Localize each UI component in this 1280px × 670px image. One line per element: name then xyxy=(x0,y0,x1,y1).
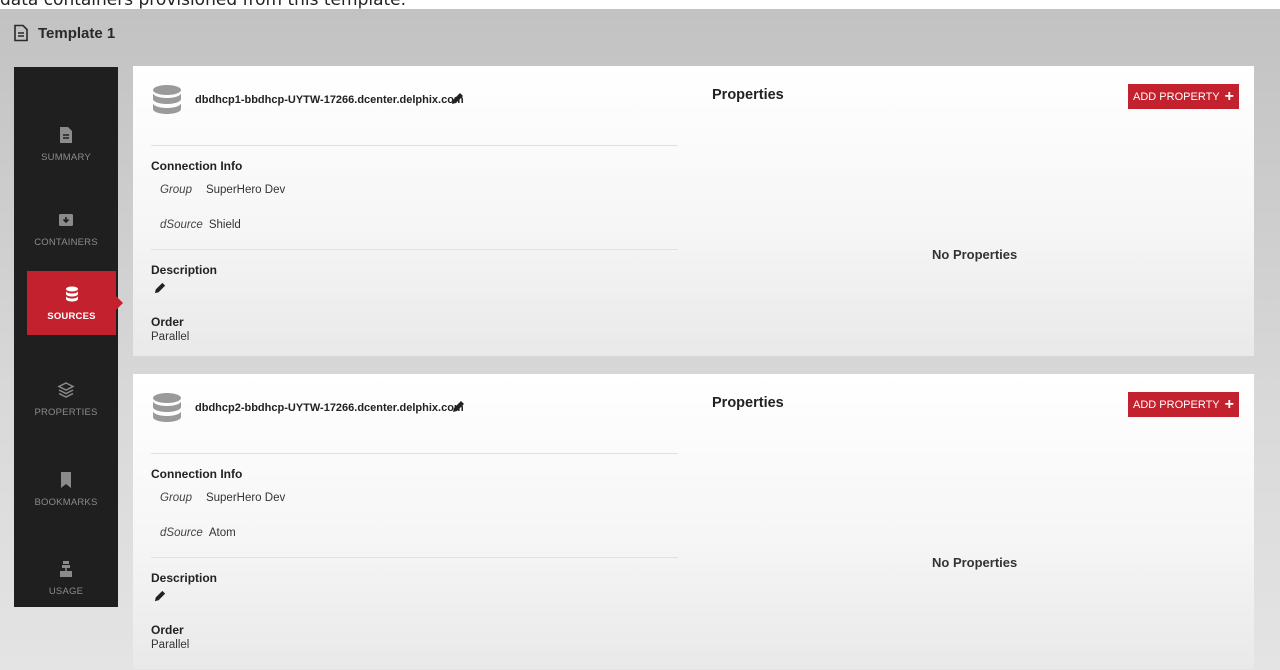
sidebar-item-label: USAGE xyxy=(48,585,84,597)
usage-icon xyxy=(60,560,72,577)
sidebar-item-label: SOURCES xyxy=(47,310,96,322)
source-host-name: dbdhcp1-bbdhcp-UYTW-17266.dcenter.delphi… xyxy=(195,94,464,106)
dsource-key: dSource xyxy=(160,219,203,231)
sidebar-item-summary[interactable]: SUMMARY xyxy=(14,109,118,179)
container-icon xyxy=(59,213,73,226)
bookmark-icon xyxy=(61,471,71,488)
app-window: Template 1 SUMMARY CONTAINERS SOURCES PR… xyxy=(0,9,1280,670)
group-value: SuperHero Dev xyxy=(205,184,286,196)
connection-info-label: Connection Info xyxy=(151,467,243,481)
add-property-button[interactable]: ADD PROPERTY + xyxy=(1128,392,1239,417)
group-key: Group xyxy=(160,492,192,504)
sidebar-item-label: SUMMARY xyxy=(41,151,91,163)
add-property-label: ADD PROPERTY xyxy=(1133,90,1220,103)
dsource-row: dSource Shield xyxy=(160,219,241,231)
description-label: Description xyxy=(151,263,218,277)
divider xyxy=(151,453,678,454)
connection-info-label: Connection Info xyxy=(151,159,243,173)
plus-icon: + xyxy=(1224,395,1234,413)
window-title: Template 1 xyxy=(38,24,116,42)
order-value: Parallel xyxy=(151,639,190,651)
plus-icon: + xyxy=(1224,87,1234,105)
divider xyxy=(151,145,678,146)
document-icon xyxy=(60,126,72,143)
dsource-value: Shield xyxy=(208,219,241,231)
dsource-value: Atom xyxy=(208,527,236,539)
page-caption: data containers provisioned from this te… xyxy=(0,0,407,10)
divider xyxy=(151,249,678,250)
order-label: Order xyxy=(151,623,184,637)
sidebar-item-usage[interactable]: USAGE xyxy=(14,543,118,613)
description-label: Description xyxy=(151,571,218,585)
order-label: Order xyxy=(151,315,184,329)
group-row: Group SuperHero Dev xyxy=(160,492,285,504)
divider xyxy=(151,557,678,558)
source-card: dbdhcp2-bbdhcp-UYTW-17266.dcenter.delphi… xyxy=(133,374,1254,669)
database-icon xyxy=(153,85,181,114)
sidebar-item-containers[interactable]: CONTAINERS xyxy=(14,194,118,264)
sidebar: SUMMARY CONTAINERS SOURCES PROPERTIES BO… xyxy=(14,67,123,607)
sidebar-item-label: BOOKMARKS xyxy=(34,496,98,508)
add-property-button[interactable]: ADD PROPERTY + xyxy=(1128,84,1239,109)
sidebar-item-properties[interactable]: PROPERTIES xyxy=(14,364,118,434)
title-bar: Template 1 xyxy=(12,18,115,48)
no-properties-text: No Properties xyxy=(932,555,1018,570)
document-icon xyxy=(14,24,28,42)
database-icon xyxy=(65,286,78,301)
layers-icon xyxy=(57,381,75,398)
sidebar-item-sources[interactable]: SOURCES xyxy=(27,271,123,335)
database-icon xyxy=(153,393,181,422)
pencil-icon[interactable] xyxy=(153,281,167,295)
add-property-label: ADD PROPERTY xyxy=(1133,398,1220,411)
no-properties-text: No Properties xyxy=(932,247,1018,262)
group-value: SuperHero Dev xyxy=(205,492,286,504)
properties-title: Properties xyxy=(712,395,784,411)
properties-title: Properties xyxy=(712,87,784,103)
group-key: Group xyxy=(160,184,192,196)
source-card: dbdhcp1-bbdhcp-UYTW-17266.dcenter.delphi… xyxy=(133,66,1254,356)
pencil-icon[interactable] xyxy=(451,399,466,414)
group-row: Group SuperHero Dev xyxy=(160,184,285,196)
sidebar-item-label: PROPERTIES xyxy=(34,406,98,418)
order-value: Parallel xyxy=(151,331,190,343)
sidebar-item-label: CONTAINERS xyxy=(34,236,98,248)
source-host-name: dbdhcp2-bbdhcp-UYTW-17266.dcenter.delphi… xyxy=(195,402,464,414)
sidebar-item-bookmarks[interactable]: BOOKMARKS xyxy=(14,454,118,524)
dsource-row: dSource Atom xyxy=(160,527,236,539)
pencil-icon[interactable] xyxy=(153,589,167,603)
pencil-icon[interactable] xyxy=(450,91,465,106)
dsource-key: dSource xyxy=(160,527,203,539)
